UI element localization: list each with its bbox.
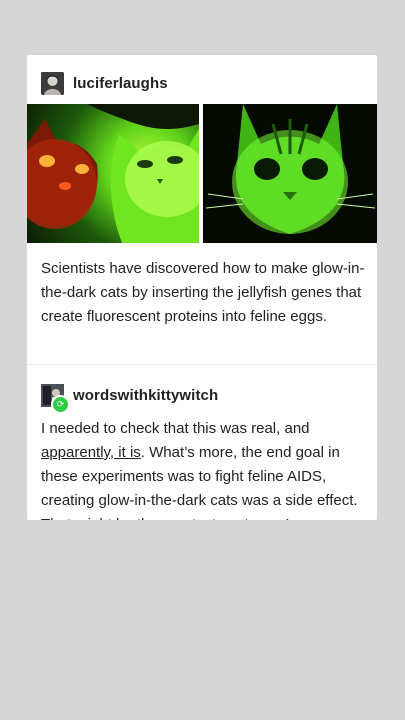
post-caption: Scientists have discovered how to make g… (41, 260, 365, 325)
reblog-header: ⟳ wordswithkittywitch (41, 383, 218, 414)
post-username[interactable]: luciferlaughs (73, 75, 168, 92)
user-avatar-icon[interactable]: ⟳ (41, 383, 70, 414)
post-card: luciferlaughs Scientists have discovered… (27, 55, 377, 520)
reblog-username[interactable]: wordswithkittywitch (73, 387, 218, 404)
post-images (27, 104, 377, 243)
post-header: luciferlaughs (41, 70, 168, 96)
user-avatar-icon[interactable] (41, 71, 64, 95)
reblog-text: I needed to check that this was real, an… (41, 417, 369, 520)
reblog-text-start: I needed to check that this was real, an… (41, 420, 310, 437)
source-link[interactable]: apparently, it is (41, 444, 141, 461)
reblog-icon: ⟳ (51, 394, 70, 414)
glowing-cat-closeup-image[interactable] (203, 104, 377, 243)
glowing-cats-image[interactable] (27, 104, 199, 243)
divider (27, 364, 377, 365)
